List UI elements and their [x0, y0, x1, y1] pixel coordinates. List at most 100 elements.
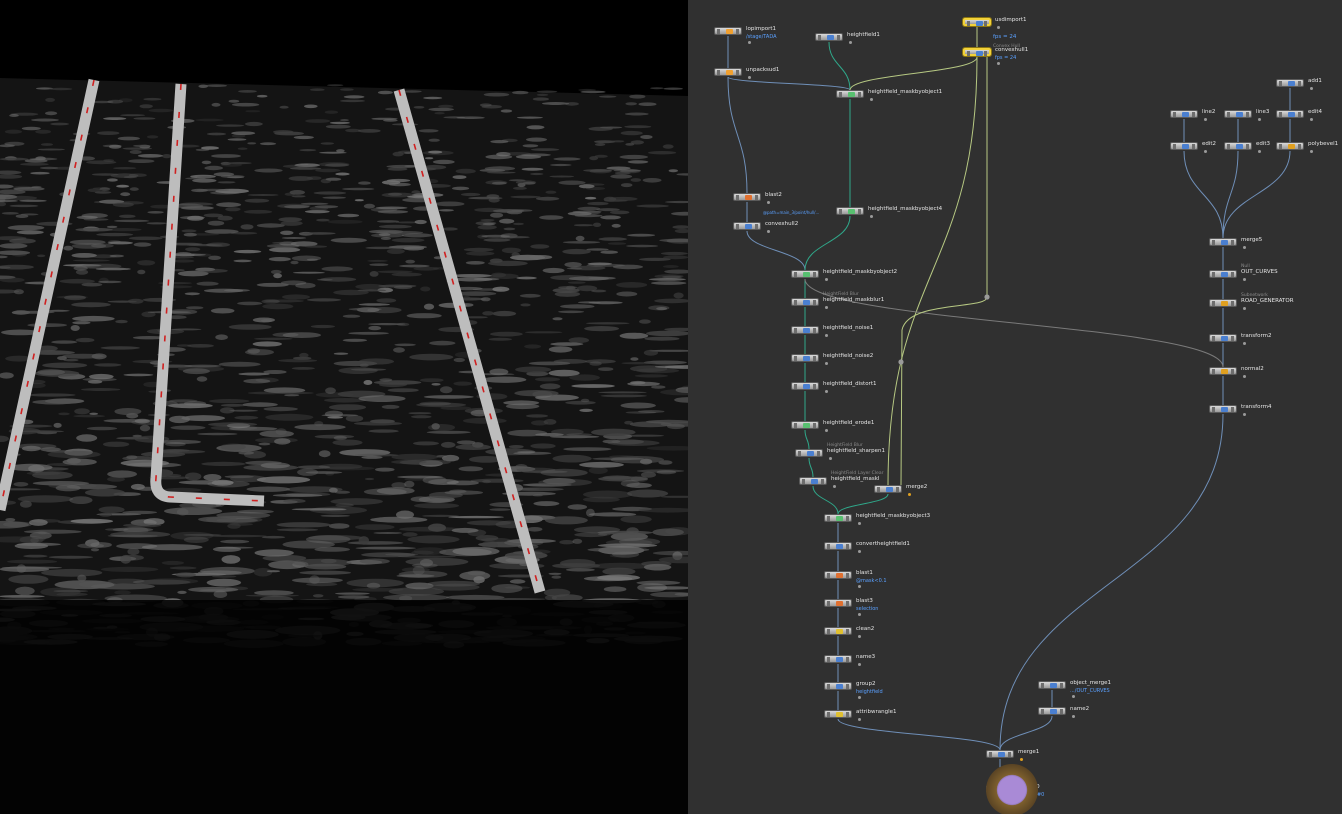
node-flag-icon: [1072, 715, 1075, 718]
node-label: heightfield_erode1: [823, 420, 875, 426]
node-body[interactable]: [963, 48, 991, 56]
node-flag-icon: [825, 429, 828, 432]
node-label: merge1: [1018, 749, 1040, 755]
node-flag-icon: [908, 493, 911, 496]
node-label: heightfield_maskl: [831, 476, 880, 482]
node-body[interactable]: [824, 571, 852, 579]
node-label: OUT_CURVES: [1241, 269, 1278, 275]
node-label: merge2: [906, 484, 928, 490]
node-flag-icon: [858, 696, 861, 699]
node-body[interactable]: [824, 514, 852, 522]
node-body[interactable]: [824, 599, 852, 607]
node-sublabel: /stage/TADA: [746, 34, 777, 40]
node-flag-icon: [1243, 246, 1246, 249]
node-type-icon: [1288, 81, 1295, 86]
node-body[interactable]: [824, 627, 852, 635]
node-body[interactable]: [791, 382, 819, 390]
node-body[interactable]: [824, 710, 852, 718]
node-body[interactable]: [824, 655, 852, 663]
node-body[interactable]: [824, 542, 852, 550]
node-type-icon: [1221, 369, 1228, 374]
node-body[interactable]: [824, 682, 852, 690]
wire-dot-icon-0: [984, 294, 990, 300]
node-flag-icon: [833, 485, 836, 488]
node-body[interactable]: [791, 354, 819, 362]
node-label: name3: [856, 654, 876, 660]
node-body[interactable]: [714, 68, 742, 76]
node-flag-icon: [1072, 695, 1075, 698]
node-body[interactable]: [1209, 270, 1237, 278]
node-body[interactable]: [791, 270, 819, 278]
node-body[interactable]: [1224, 142, 1252, 150]
node-body[interactable]: [1276, 142, 1304, 150]
node-body[interactable]: [791, 421, 819, 429]
node-flag-icon: [825, 362, 828, 365]
node-body[interactable]: [733, 193, 761, 201]
node-body[interactable]: [1170, 110, 1198, 118]
node-sublabel: @mask<0.1: [856, 578, 887, 584]
node-flag-icon: [858, 663, 861, 666]
node-body[interactable]: [1038, 681, 1066, 689]
node-body[interactable]: [1276, 79, 1304, 87]
wire-convexhull1-hfmbo1: [849, 56, 978, 91]
node-body[interactable]: [733, 222, 761, 230]
output-node[interactable]: [986, 764, 1038, 814]
node-type-icon: [1182, 112, 1189, 117]
node-body[interactable]: [1209, 405, 1237, 413]
node-body[interactable]: [714, 27, 742, 35]
node-flag-icon: [1310, 150, 1313, 153]
node-type-icon: [745, 224, 752, 229]
node-label: heightfield_maskbyobject2: [823, 269, 898, 275]
node-type-icon: [1182, 144, 1189, 149]
3d-viewport[interactable]: [0, 0, 688, 814]
node-body[interactable]: [874, 485, 902, 493]
node-type-icon: [1288, 144, 1295, 149]
node-body[interactable]: [791, 298, 819, 306]
node-body[interactable]: [1209, 299, 1237, 307]
node-sublabel: heightfield: [856, 689, 883, 695]
wire-hfsharpen1-hfmask: [808, 457, 814, 478]
node-flag-icon: [1020, 758, 1023, 761]
node-label: heightfield_distort1: [823, 381, 877, 387]
node-label: heightfield_sharpen1: [827, 448, 885, 454]
node-body[interactable]: [1170, 142, 1198, 150]
node-label: convexhull2: [765, 221, 799, 227]
node-type-icon: [1288, 112, 1295, 117]
node-label: normal2: [1241, 366, 1264, 372]
node-body[interactable]: [1224, 110, 1252, 118]
node-body[interactable]: [836, 207, 864, 215]
node-body[interactable]: [963, 18, 991, 26]
node-flag-icon: [858, 550, 861, 553]
node-body[interactable]: [795, 449, 823, 457]
node-body[interactable]: [1209, 334, 1237, 342]
node-body[interactable]: [836, 90, 864, 98]
node-label: merge5: [1241, 237, 1263, 243]
node-body[interactable]: [986, 750, 1014, 758]
node-label: blast2: [765, 192, 782, 198]
node-body[interactable]: [815, 33, 843, 41]
node-type-icon: [836, 573, 843, 578]
node-label: transform4: [1241, 404, 1272, 410]
node-type-icon: [1221, 407, 1228, 412]
node-body[interactable]: [791, 326, 819, 334]
node-flag-icon: [767, 201, 770, 204]
node-flag-icon: [1243, 307, 1246, 310]
node-body[interactable]: [799, 477, 827, 485]
node-flag-icon: [1243, 413, 1246, 416]
node-label: lopimport1: [746, 26, 777, 32]
node-flag-icon: [858, 585, 861, 588]
node-flag-icon: [858, 718, 861, 721]
node-body[interactable]: [1209, 238, 1237, 246]
node-body[interactable]: [1038, 707, 1066, 715]
node-flag-icon: [1310, 87, 1313, 90]
node-flag-icon: [825, 278, 828, 281]
node-flag-icon: [870, 215, 873, 218]
node-label: edit3: [1256, 141, 1271, 147]
node-flag-icon: [849, 41, 852, 44]
network-editor[interactable]: lopimport1/stage/TADA unpacksud1 heightfie…: [688, 0, 1342, 814]
node-body[interactable]: [1209, 367, 1237, 375]
node-type-icon: [886, 487, 893, 492]
node-comment: Null: [1241, 264, 1250, 269]
node-sublabel: selection: [856, 606, 879, 612]
node-body[interactable]: [1276, 110, 1304, 118]
